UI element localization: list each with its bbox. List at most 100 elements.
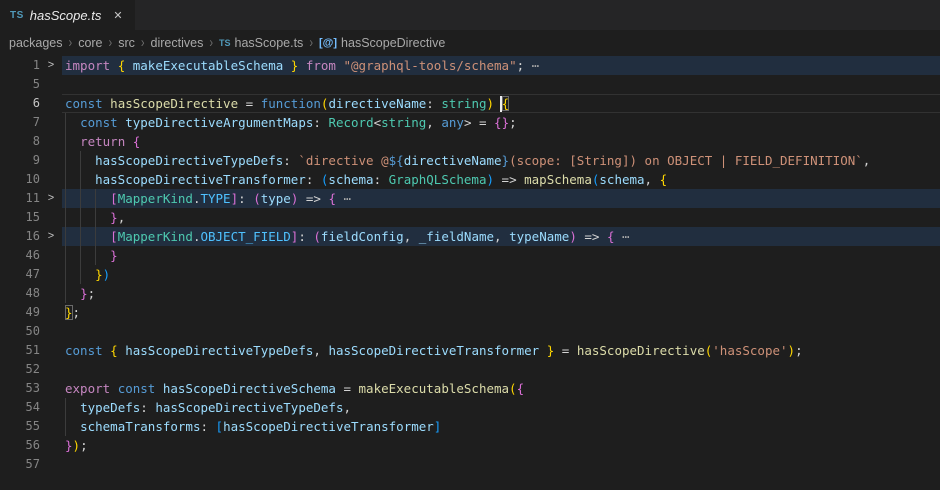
code-token: hasScopeDirective [110,96,238,111]
line-number: 15 [0,208,40,227]
code-token: makeExecutableSchema [359,381,510,396]
code-content: return { [62,132,940,151]
code-token: mapSchema [524,172,592,187]
code-line[interactable]: 16> [MapperKind.OBJECT_FIELD]: (fieldCon… [0,227,940,246]
breadcrumb-item[interactable]: core [78,36,102,50]
code-token: ; [795,343,803,358]
breadcrumb-separator-icon: › [69,35,73,51]
code-line[interactable]: 7 const typeDirectiveArgumentMaps: Recor… [0,113,940,132]
code-token: : [298,229,313,244]
code-line[interactable]: 55 schemaTransforms: [hasScopeDirectiveT… [0,417,940,436]
code-line[interactable]: 10 hasScopeDirectiveTransformer: (schema… [0,170,940,189]
fold-gutter-spacer [40,341,62,360]
fold-gutter-spacer [40,322,62,341]
line-number: 46 [0,246,40,265]
code-line[interactable]: 47 }) [0,265,940,284]
breadcrumb-separator-icon: › [109,35,113,51]
code-token: : [140,400,155,415]
code-line[interactable]: 15 }, [0,208,940,227]
code-token: any [441,115,464,130]
code-token: ] [434,419,442,434]
code-content: hasScopeDirectiveTypeDefs: `directive @$… [62,151,940,170]
fold-gutter-spacer [40,113,62,132]
close-icon[interactable]: ✕ [113,9,122,22]
fold-chevron-icon[interactable]: > [40,189,62,208]
code-line[interactable]: 6const hasScopeDirective = function(dire… [0,94,940,113]
code-token: , [344,400,352,415]
code-token: hasScopeDirectiveTypeDefs [125,343,313,358]
indent-guide [80,227,81,246]
line-number: 56 [0,436,40,455]
code-token: 'hasScope' [712,343,787,358]
code-token: } [65,438,73,453]
fold-gutter-spacer [40,208,62,227]
code-line[interactable]: 53export const hasScopeDirectiveSchema =… [0,379,940,398]
code-line[interactable]: 52 [0,360,940,379]
code-line[interactable]: 1>import { makeExecutableSchema } from "… [0,56,940,75]
fold-chevron-icon[interactable]: > [40,56,62,75]
breadcrumb-label: src [118,36,135,50]
code-editor-window: TS hasScope.ts ✕ packages›core›src›direc… [0,0,940,490]
code-content: import { makeExecutableSchema } from "@g… [62,56,940,75]
code-token [65,400,80,415]
code-line[interactable]: 11> [MapperKind.TYPE]: (type) => { ⋯ [0,189,940,208]
code-token: ; [73,305,81,320]
code-line[interactable]: 56}); [0,436,940,455]
tab-hasscope[interactable]: TS hasScope.ts ✕ [0,0,135,30]
code-token: typeName [509,229,569,244]
code-line[interactable]: 49}; [0,303,940,322]
code-line[interactable]: 5 [0,75,940,94]
code-token: => [494,172,524,187]
indent-guide [65,227,66,246]
code-token: hasScopeDirectiveTransformer [95,172,306,187]
code-token: const [65,96,103,111]
code-token [298,58,306,73]
code-token: import [65,58,110,73]
indent-guide [95,227,96,246]
fold-chevron-icon[interactable]: > [40,227,62,246]
code-token: typeDirectiveArgumentMaps [125,115,313,130]
code-line[interactable]: 54 typeDefs: hasScopeDirectiveTypeDefs, [0,398,940,417]
line-number: 11 [0,189,40,208]
code-line[interactable]: 57 [0,455,940,474]
code-token: ( [509,381,517,396]
line-number: 54 [0,398,40,417]
code-content: } [62,246,940,265]
code-token: GraphQLSchema [389,172,487,187]
breadcrumb-item[interactable]: packages [9,36,63,50]
code-token: } [110,210,118,225]
code-token: { [328,191,336,206]
code-token: : [306,172,321,187]
indent-guide [65,170,66,189]
code-line[interactable]: 48 }; [0,284,940,303]
code-line[interactable]: 51const { hasScopeDirectiveTypeDefs, has… [0,341,940,360]
code-token: typeDefs [80,400,140,415]
indent-guide [65,151,66,170]
code-token: _fieldName [419,229,494,244]
indent-guide [65,246,66,265]
code-token: "@graphql-tools/schema" [344,58,517,73]
code-token: schemaTransforms [80,419,200,434]
fold-gutter-spacer [40,170,62,189]
line-number: 1 [0,56,40,75]
breadcrumb-item[interactable]: [@]hasScopeDirective [319,36,445,50]
code-content: }); [62,436,940,455]
code-content [62,322,940,341]
code-token: schema [328,172,373,187]
code-token: ⋯ [336,191,351,206]
code-line[interactable]: 9 hasScopeDirectiveTypeDefs: `directive … [0,151,940,170]
code-content [62,360,940,379]
breadcrumb-item[interactable]: directives [151,36,204,50]
fold-gutter-spacer [40,132,62,151]
line-number: 16 [0,227,40,246]
editor[interactable]: 1>import { makeExecutableSchema } from "… [0,56,940,474]
line-number: 53 [0,379,40,398]
code-line[interactable]: 50 [0,322,940,341]
code-line[interactable]: 8 return { [0,132,940,151]
fold-gutter-spacer [40,417,62,436]
code-token: from [306,58,336,73]
breadcrumb-item[interactable]: TShasScope.ts [219,36,303,50]
breadcrumb-item[interactable]: src [118,36,135,50]
code-content: }; [62,303,940,322]
code-line[interactable]: 46 } [0,246,940,265]
